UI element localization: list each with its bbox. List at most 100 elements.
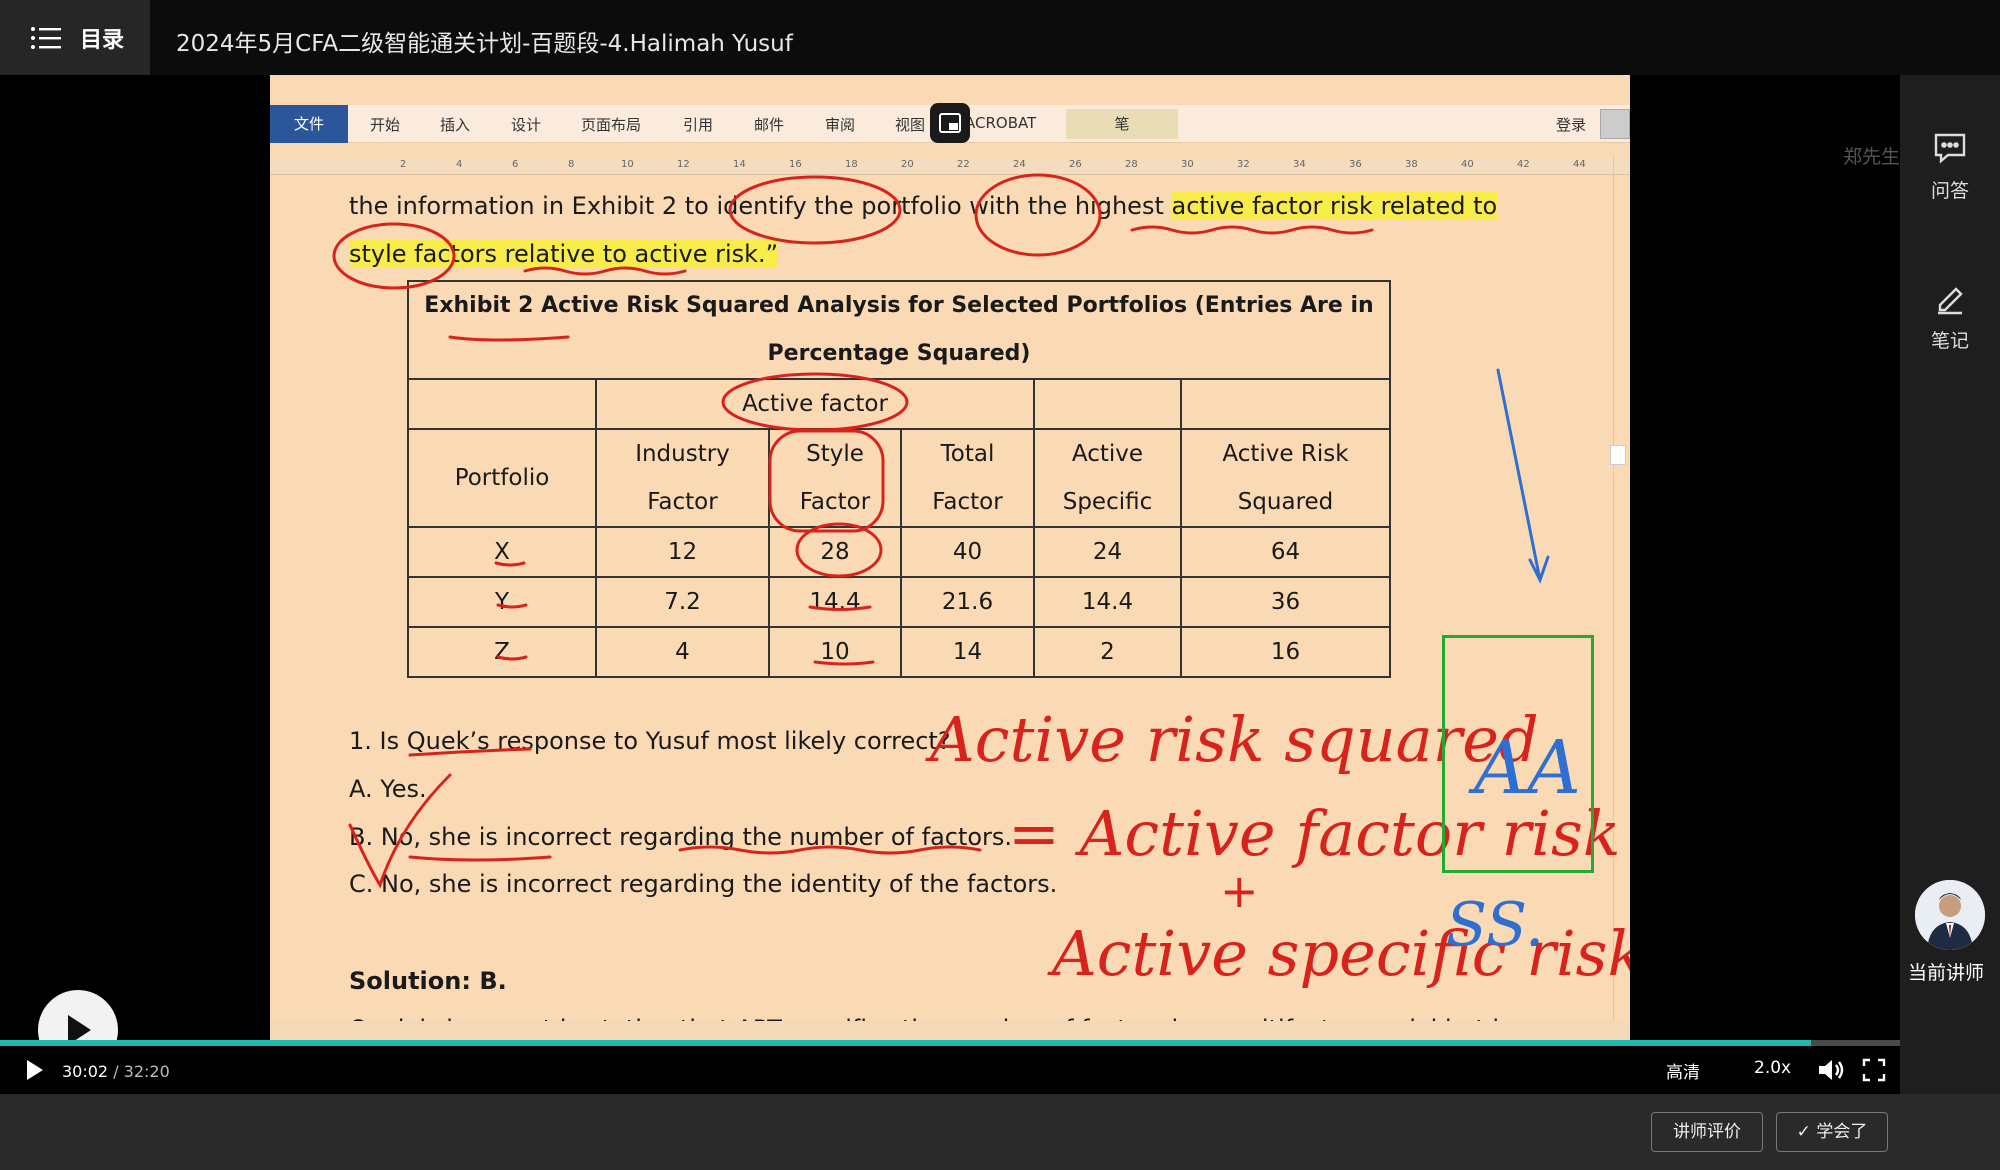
column-header-style-factor: Style Factor (768, 428, 902, 528)
ink-text-ss: SS. (1446, 890, 1544, 960)
pip-toggle-icon[interactable] (930, 103, 970, 143)
bottom-bar: 讲师评价 ✓ 学会了 (0, 1094, 2000, 1170)
table-cell: 2 (1033, 626, 1182, 678)
ruler-number: 2 (400, 159, 407, 170)
ruler-number: 24 (1013, 159, 1026, 170)
option-c: C. No, she is incorrect regarding the id… (349, 870, 1058, 898)
volume-icon (1819, 1060, 1844, 1080)
table-cell: 16 (1180, 626, 1391, 678)
ribbon-tab-acrobat: ACROBAT (965, 114, 1037, 132)
ruler-number: 38 (1405, 159, 1418, 170)
qa-button[interactable]: 问答 (1900, 130, 2000, 220)
app-root: 目录 2024年5月CFA二级智能通关计划-百题段-4.Halimah Yusu… (0, 0, 2000, 1170)
ruler-number: 6 (512, 159, 519, 170)
watermark-text: 郑先生 (1843, 146, 1901, 168)
column-header-total-factor: Total Factor (900, 428, 1035, 528)
doc-line-2-highlight-b: relative to active risk.” (497, 240, 779, 268)
green-highlight-box (1442, 635, 1594, 873)
doc-line-2: style factors relative to active risk.” (349, 240, 779, 268)
group-header-active-factor: Active factor (595, 378, 1035, 430)
table-cell: 4 (595, 626, 770, 678)
ruler-number: 26 (1069, 159, 1082, 170)
ruler-number: 30 (1181, 159, 1194, 170)
qa-label: 问答 (1930, 180, 1969, 202)
video-title: 2024年5月CFA二级智能通关计划-百题段-4.Halimah Yusuf (176, 31, 793, 57)
video-player[interactable]: 文件 开始 插入 设计 页面布局 引用 邮件 审阅 视图 ACROBAT 笔 登… (0, 75, 1900, 1042)
ruler-number: 14 (733, 159, 746, 170)
lecturer-avatar (1915, 880, 1985, 950)
ruler-number: 42 (1517, 159, 1530, 170)
doc-line-2-highlight-a: style factors (349, 240, 497, 268)
table-cell: 36 (1180, 576, 1391, 628)
table-cell: 12 (595, 526, 770, 578)
exhibit-2-table: Exhibit 2 Active Risk Squared Analysis f… (407, 280, 1391, 678)
ruler-number: 40 (1461, 159, 1474, 170)
pencil-icon (1938, 287, 1963, 315)
table-cell: Y (407, 576, 597, 628)
word-ruler: 2 4 6 8 10 12 14 16 18 20 22 24 26 28 30… (270, 157, 1630, 175)
exhibit-caption-line-2: Percentage Squared) (767, 341, 1031, 366)
notes-button[interactable]: 笔记 (1900, 280, 2000, 370)
ribbon-tab-insert: 插入 (440, 116, 471, 134)
big-play-button[interactable] (38, 990, 118, 1042)
ribbon-tab-references: 引用 (683, 116, 714, 134)
empty-cell (407, 378, 597, 430)
ink-text-line-3: Active specific risk (1047, 917, 1630, 990)
doc-line-1-highlight: active factor risk related to (1171, 192, 1498, 220)
ruler-number: 4 (456, 159, 463, 170)
column-header-industry-factor: Industry Factor (595, 428, 770, 528)
table-row: X 12 28 40 24 64 (407, 526, 1391, 578)
learned-button[interactable]: ✓ 学会了 (1776, 1112, 1888, 1152)
ruler-number: 16 (789, 159, 802, 170)
current-time: 30:02 (62, 1062, 109, 1081)
table-cell: 21.6 (900, 576, 1035, 628)
table-cell: 28 (768, 526, 902, 578)
table-cell: 64 (1180, 526, 1391, 578)
solution-heading: Solution: B. (349, 967, 507, 995)
catalog-menu-label: 目录 (80, 27, 125, 53)
word-status-bar (270, 1021, 1630, 1042)
play-pause-button[interactable] (22, 1058, 46, 1082)
volume-button[interactable] (1816, 1056, 1844, 1084)
speed-button[interactable]: 2.0x (1754, 1058, 1791, 1078)
ruler-number: 34 (1293, 159, 1306, 170)
list-icon (31, 26, 61, 49)
user-avatar-icon (1600, 109, 1630, 139)
catalog-menu-button[interactable]: 目录 (0, 0, 150, 75)
ribbon-tab-layout: 页面布局 (581, 116, 642, 134)
rate-teacher-button[interactable]: 讲师评价 (1651, 1112, 1763, 1152)
player-controls: 30:02 / 32:20 高清 2.0x (0, 1046, 1900, 1094)
table-cell: 14.4 (1033, 576, 1182, 628)
doc-line-1-plain: the information in Exhibit 2 to identify… (349, 192, 1172, 220)
table-cell: 14 (900, 626, 1035, 678)
notes-label: 笔记 (1930, 330, 1969, 352)
ruler-number: 8 (568, 159, 575, 170)
word-document-frame: 文件 开始 插入 设计 页面布局 引用 邮件 审阅 视图 ACROBAT 笔 登… (270, 75, 1630, 1042)
option-a: A. Yes. (349, 775, 427, 803)
ribbon-login: 登录 (1556, 116, 1587, 134)
empty-cell (1033, 378, 1182, 430)
table-cell: 40 (900, 526, 1035, 578)
quality-button[interactable]: 高清 (1666, 1058, 1700, 1083)
fullscreen-icon (1862, 1058, 1886, 1082)
ruler-number: 12 (677, 159, 690, 170)
exhibit-caption: Exhibit 2 Active Risk Squared Analysis f… (407, 280, 1391, 380)
ink-underline-relative (523, 266, 687, 276)
lecturer-label: 当前讲师 (1907, 962, 1984, 984)
ribbon-tab-mailings: 邮件 (754, 116, 785, 134)
ribbon-tab-pen: 笔 (1066, 109, 1178, 139)
table-cell: X (407, 526, 597, 578)
ruler-number: 22 (957, 159, 970, 170)
column-header-portfolio: Portfolio (407, 428, 597, 528)
duration: 32:20 (123, 1062, 170, 1081)
column-header-active-risk-squared: Active Risk Squared (1180, 428, 1391, 528)
ink-text-plus: + (1220, 864, 1259, 918)
table-cell: 10 (768, 626, 902, 678)
ink-arrow-blue (1496, 368, 1550, 584)
current-lecturer-button[interactable]: 当前讲师 (1900, 880, 2000, 985)
play-icon (27, 1060, 43, 1080)
ruler-number: 10 (621, 159, 634, 170)
top-bar: 目录 2024年5月CFA二级智能通关计划-百题段-4.Halimah Yusu… (0, 0, 2000, 75)
fullscreen-button[interactable] (1862, 1058, 1886, 1082)
ruler-number: 18 (845, 159, 858, 170)
